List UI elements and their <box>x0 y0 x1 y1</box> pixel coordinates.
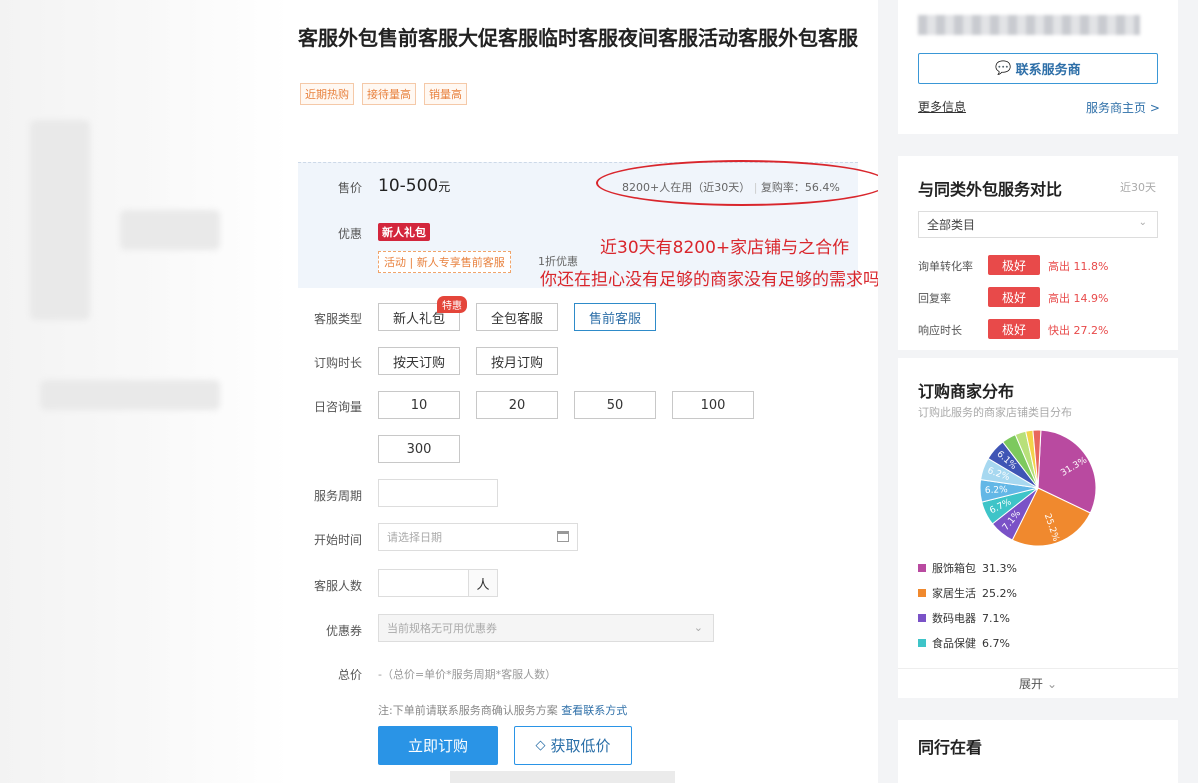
price-label: 售价 <box>337 181 362 195</box>
duration-label: 订购时长 <box>313 356 362 370</box>
start-date-input[interactable]: 请选择日期 <box>378 523 578 551</box>
metric-response-value: 快出 27.2% <box>1048 324 1109 337</box>
option-volume-10[interactable]: 10 <box>378 391 460 419</box>
promo-tag[interactable]: 活动 | 新人专享售前客服 <box>378 251 511 273</box>
legend-item: 数码电器 7.1% <box>918 610 1010 626</box>
tag-hot: 近期热购 <box>300 83 354 105</box>
metric-reply-badge: 极好 <box>988 287 1040 307</box>
blurred-left-area <box>0 0 290 783</box>
legend-swatch <box>918 564 926 572</box>
promo-label: 优惠 <box>337 227 362 241</box>
distribution-pie-chart: 31.3%25.2%7.1%6.7%6.2%6.2%6.1% <box>979 429 1097 547</box>
start-date-label: 开始时间 <box>313 533 362 547</box>
compare-title: 与同类外包服务对比 <box>918 180 1063 199</box>
provider-home-link[interactable]: 服务商主页 > <box>1086 99 1160 116</box>
view-contact-link[interactable]: 查看联系方式 <box>561 704 627 717</box>
bottom-bar <box>450 771 675 783</box>
metric-conversion-value: 高出 11.8% <box>1048 260 1109 273</box>
peers-title: 同行在看 <box>918 738 983 757</box>
legend-swatch <box>918 614 926 622</box>
legend-swatch <box>918 589 926 597</box>
annotation-line1: 近30天有8200+家店铺与之合作 <box>600 238 850 258</box>
metric-conversion-badge: 极好 <box>988 255 1040 275</box>
distribution-title: 订购商家分布 <box>918 382 1015 401</box>
option-volume-20[interactable]: 20 <box>476 391 558 419</box>
option-by-day[interactable]: 按天订购 <box>378 347 460 375</box>
compare-range: 近30天 <box>1120 181 1156 194</box>
legend-item: 食品保健 6.7% <box>918 635 1010 651</box>
highlight-ellipse <box>596 160 888 206</box>
more-info-link[interactable]: 更多信息 <box>918 98 966 115</box>
coupon-label: 优惠券 <box>325 624 362 638</box>
tag-sales: 销量高 <box>424 83 467 105</box>
special-offer-badge: 特惠 <box>437 296 467 313</box>
option-volume-50[interactable]: 50 <box>574 391 656 419</box>
metric-reply-label: 回复率 <box>918 292 951 305</box>
chevron-down-icon: ⌄ <box>693 621 703 634</box>
new-user-gift-badge: 新人礼包 <box>378 223 430 241</box>
metric-response-badge: 极好 <box>988 319 1040 339</box>
staff-count-input[interactable] <box>378 569 470 597</box>
legend-item: 服饰箱包 31.3% <box>918 560 1017 576</box>
metric-response-label: 响应时长 <box>918 324 962 337</box>
calendar-icon <box>557 531 569 542</box>
tag-list: 近期热购 接待量高 销量高 <box>300 83 467 105</box>
total-label: 总价 <box>337 668 362 682</box>
tag-reception: 接待量高 <box>362 83 416 105</box>
option-by-month[interactable]: 按月订购 <box>476 347 558 375</box>
legend-swatch <box>918 639 926 647</box>
volume-label: 日咨询量 <box>313 400 362 414</box>
chevron-down-icon: ⌄ <box>1138 217 1147 228</box>
chevron-down-icon: ⌄ <box>1046 676 1058 691</box>
expand-button[interactable]: 展开 ⌄ <box>898 668 1178 698</box>
order-now-button[interactable]: 立即订购 <box>378 726 498 765</box>
order-note: 注:下单前请联系服务商确认服务方案 查看联系方式 <box>378 704 628 717</box>
coupon-select[interactable]: 当前规格无可用优惠券 ⌄ <box>378 614 714 642</box>
pie-slice-label: 6.2% <box>985 485 1009 496</box>
period-input[interactable] <box>378 479 498 507</box>
period-label: 服务周期 <box>313 489 362 503</box>
provider-name-blurred <box>918 15 1140 35</box>
chat-icon: 💬 <box>995 61 1012 76</box>
option-full-service[interactable]: 全包客服 <box>476 303 558 331</box>
option-volume-100[interactable]: 100 <box>672 391 754 419</box>
get-low-price-button[interactable]: ◇ 获取低价 <box>514 726 632 765</box>
category-select[interactable]: 全部类目 ⌄ <box>918 211 1158 238</box>
service-type-label: 客服类型 <box>313 312 362 326</box>
contact-provider-button[interactable]: 💬 联系服务商 <box>918 53 1158 84</box>
legend-item: 家居生活 25.2% <box>918 585 1017 601</box>
total-formula: -（总价=单价*服务周期*客服人数） <box>378 668 557 681</box>
annotation-line2: 你还在担心没有足够的商家没有足够的需求吗？ <box>540 270 897 290</box>
metric-conversion-label: 询单转化率 <box>918 260 973 273</box>
price-value: 10-500元 <box>378 176 451 196</box>
page-title: 客服外包售前客服大促客服临时客服夜间客服活动客服外包客服 <box>298 26 858 50</box>
staff-count-label: 客服人数 <box>313 579 362 593</box>
metric-reply-value: 高出 14.9% <box>1048 292 1109 305</box>
option-presale[interactable]: 售前客服 <box>574 303 656 331</box>
tag-icon: ◇ <box>535 738 546 753</box>
option-volume-300[interactable]: 300 <box>378 435 460 463</box>
staff-unit: 人 <box>468 569 498 597</box>
